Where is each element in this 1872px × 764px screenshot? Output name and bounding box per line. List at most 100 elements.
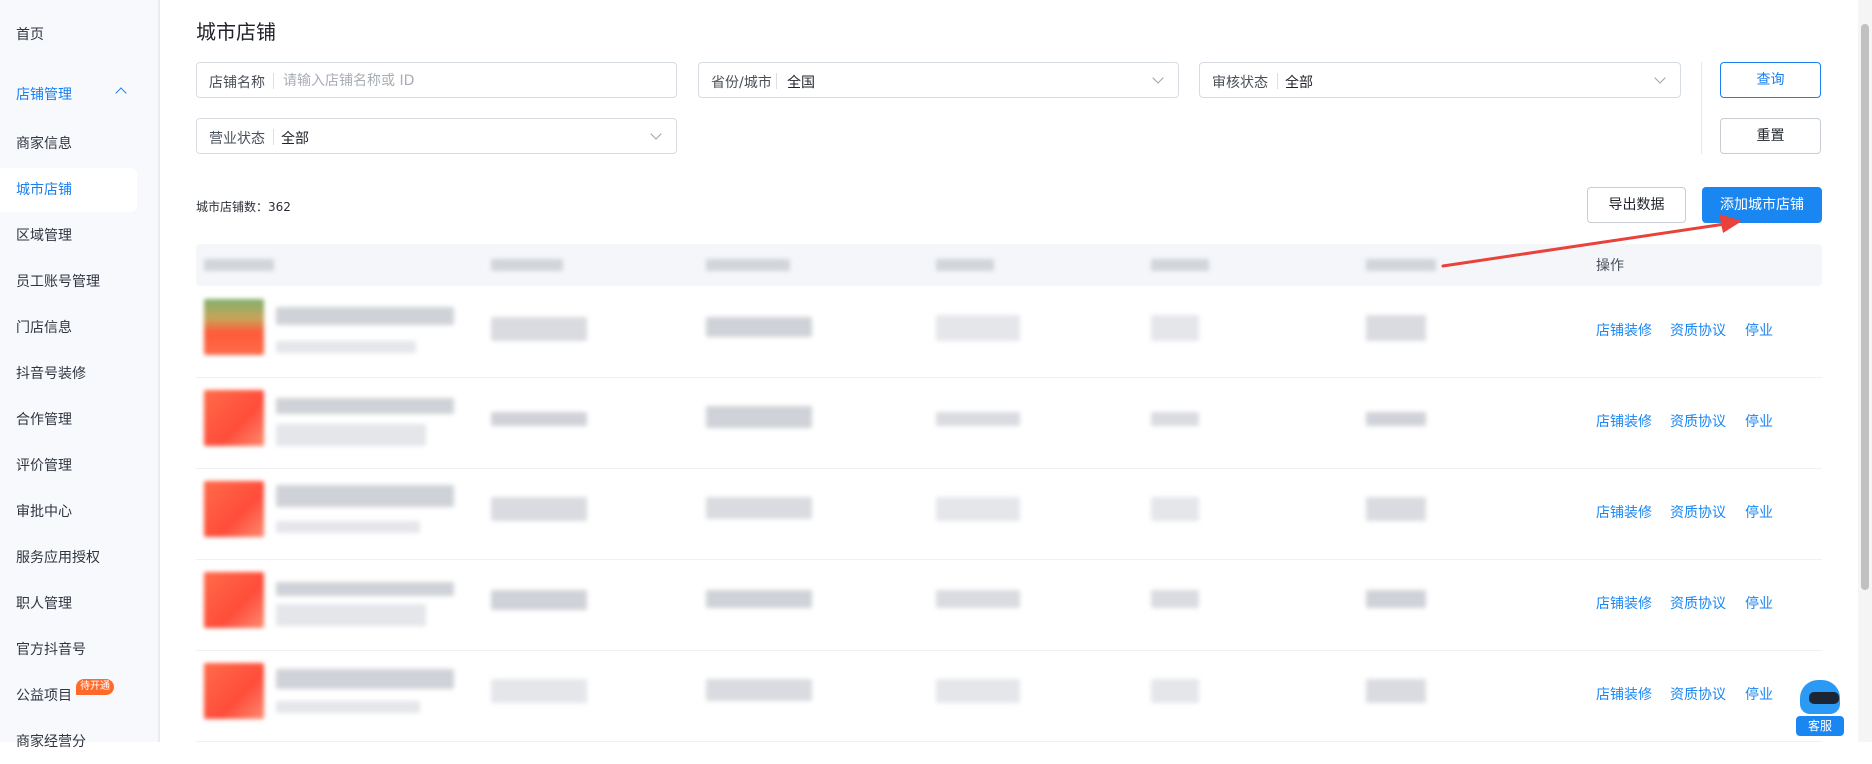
sidebar-item-label: 审批中心	[16, 504, 72, 520]
field-divider	[273, 73, 274, 89]
export-data-button[interactable]: 导出数据	[1587, 187, 1686, 223]
qualification-agreement-link[interactable]: 资质协议	[1670, 411, 1726, 431]
sidebar: 首页 店铺管理 商家信息 城市店铺 区域管理 员工账号管理 门店信息 抖音号装修…	[0, 0, 160, 750]
table-row: 店铺装修 资质协议 停业	[196, 469, 1822, 560]
store-decoration-link[interactable]: 店铺装修	[1596, 684, 1652, 704]
qualification-agreement-link[interactable]: 资质协议	[1670, 502, 1726, 522]
store-name-input[interactable]	[281, 69, 645, 93]
suspend-link[interactable]: 停业	[1745, 593, 1773, 613]
sidebar-group-store-management[interactable]: 店铺管理	[0, 73, 137, 117]
blurred-store-name	[276, 485, 454, 507]
blurred-cell	[491, 412, 587, 426]
blurred-cell	[706, 317, 812, 337]
page-title: 城市店铺	[196, 20, 276, 44]
qualification-agreement-link[interactable]: 资质协议	[1670, 320, 1726, 340]
sidebar-item-label: 官方抖音号	[16, 642, 86, 658]
field-divider	[1277, 73, 1278, 89]
store-decoration-link[interactable]: 店铺装修	[1596, 320, 1652, 340]
chevron-down-icon	[1152, 72, 1164, 84]
province-city-label: 省份/城市	[711, 75, 772, 91]
sidebar-item-label: 职人管理	[16, 596, 72, 612]
chevron-down-icon	[1654, 72, 1666, 84]
suspend-link[interactable]: 停业	[1745, 684, 1773, 704]
sidebar-item-charity[interactable]: 公益项目 待开通	[0, 674, 137, 718]
blurred-cell	[491, 497, 587, 521]
blurred-store-name	[276, 582, 454, 596]
blurred-cell	[1151, 497, 1199, 521]
filter-divider	[1701, 62, 1702, 154]
store-decoration-link[interactable]: 店铺装修	[1596, 593, 1652, 613]
blurred-cell	[1366, 315, 1426, 341]
blurred-header-cell	[936, 259, 994, 271]
blurred-cell	[491, 317, 587, 341]
sidebar-item-official-douyin[interactable]: 官方抖音号	[0, 628, 137, 672]
store-decoration-link[interactable]: 店铺装修	[1596, 502, 1652, 522]
sidebar-item-region-management[interactable]: 区域管理	[0, 214, 137, 258]
status-badge: 待开通	[76, 679, 114, 695]
blurred-cell	[706, 679, 812, 701]
table-header	[196, 244, 1822, 286]
sidebar-item-approval-center[interactable]: 审批中心	[0, 490, 137, 534]
scrollbar-thumb[interactable]	[1861, 24, 1869, 590]
blurred-store-id	[276, 341, 416, 353]
audit-status-select[interactable]: 审核状态 全部	[1199, 62, 1681, 98]
robot-visor	[1809, 692, 1839, 704]
sidebar-item-staff-management[interactable]: 职人管理	[0, 582, 137, 626]
blurred-cell	[936, 497, 1020, 521]
business-status-value: 全部	[281, 131, 309, 147]
sidebar-item-reviews[interactable]: 评价管理	[0, 444, 137, 488]
qualification-agreement-link[interactable]: 资质协议	[1670, 684, 1726, 704]
sidebar-item-label: 商家信息	[16, 136, 72, 152]
store-decoration-link[interactable]: 店铺装修	[1596, 411, 1652, 431]
reset-button[interactable]: 重置	[1720, 118, 1821, 154]
blurred-store-name	[276, 669, 454, 689]
sidebar-item-label: 合作管理	[16, 412, 72, 428]
sidebar-item-cooperation[interactable]: 合作管理	[0, 398, 137, 442]
sidebar-item-merchant-info[interactable]: 商家信息	[0, 122, 137, 166]
add-city-store-button[interactable]: 添加城市店铺	[1702, 187, 1822, 223]
qualification-agreement-link[interactable]: 资质协议	[1670, 593, 1726, 613]
blurred-header-cell	[706, 259, 790, 271]
province-city-value: 全国	[787, 75, 815, 91]
customer-service-widget[interactable]: 客服	[1796, 680, 1844, 738]
sidebar-item-city-stores[interactable]: 城市店铺	[0, 168, 137, 212]
blurred-store-name	[276, 307, 454, 325]
store-thumbnail	[204, 390, 264, 446]
blurred-store-id	[276, 701, 420, 713]
sidebar-item-business-score[interactable]: 商家经营分	[0, 720, 137, 764]
suspend-link[interactable]: 停业	[1745, 411, 1773, 431]
blurred-cell	[1151, 315, 1199, 341]
store-thumbnail	[204, 481, 264, 537]
sidebar-item-label: 首页	[16, 27, 44, 43]
sidebar-item-home[interactable]: 首页	[0, 13, 137, 57]
sidebar-item-label: 评价管理	[16, 458, 72, 474]
vertical-scrollbar[interactable]	[1858, 0, 1872, 742]
sidebar-item-store-info[interactable]: 门店信息	[0, 306, 137, 350]
table-row: 店铺装修 资质协议 停业	[196, 378, 1822, 469]
blurred-cell	[1366, 497, 1426, 521]
province-city-select[interactable]: 省份/城市 全国	[698, 62, 1179, 98]
table-row: 店铺装修 资质协议 停业	[196, 560, 1822, 651]
query-button[interactable]: 查询	[1720, 62, 1821, 98]
blurred-cell	[1151, 412, 1199, 426]
blurred-store-id	[276, 521, 420, 533]
blurred-cell	[706, 497, 812, 519]
chevron-down-icon	[650, 128, 662, 140]
store-name-field[interactable]: 店铺名称	[196, 62, 677, 98]
sidebar-item-label: 公益项目	[16, 688, 72, 704]
blurred-store-id	[276, 424, 426, 446]
blurred-cell	[706, 406, 812, 428]
sidebar-item-staff-accounts[interactable]: 员工账号管理	[0, 260, 137, 304]
blurred-cell	[491, 590, 587, 610]
field-divider	[776, 73, 777, 89]
audit-status-value: 全部	[1285, 75, 1313, 91]
customer-service-label: 客服	[1796, 716, 1844, 736]
blurred-store-id	[276, 604, 426, 626]
blurred-cell	[936, 412, 1020, 426]
suspend-link[interactable]: 停业	[1745, 320, 1773, 340]
suspend-link[interactable]: 停业	[1745, 502, 1773, 522]
robot-icon	[1800, 680, 1840, 714]
sidebar-item-app-authorization[interactable]: 服务应用授权	[0, 536, 137, 580]
business-status-select[interactable]: 营业状态 全部	[196, 118, 677, 154]
sidebar-item-douyin-decoration[interactable]: 抖音号装修	[0, 352, 137, 396]
